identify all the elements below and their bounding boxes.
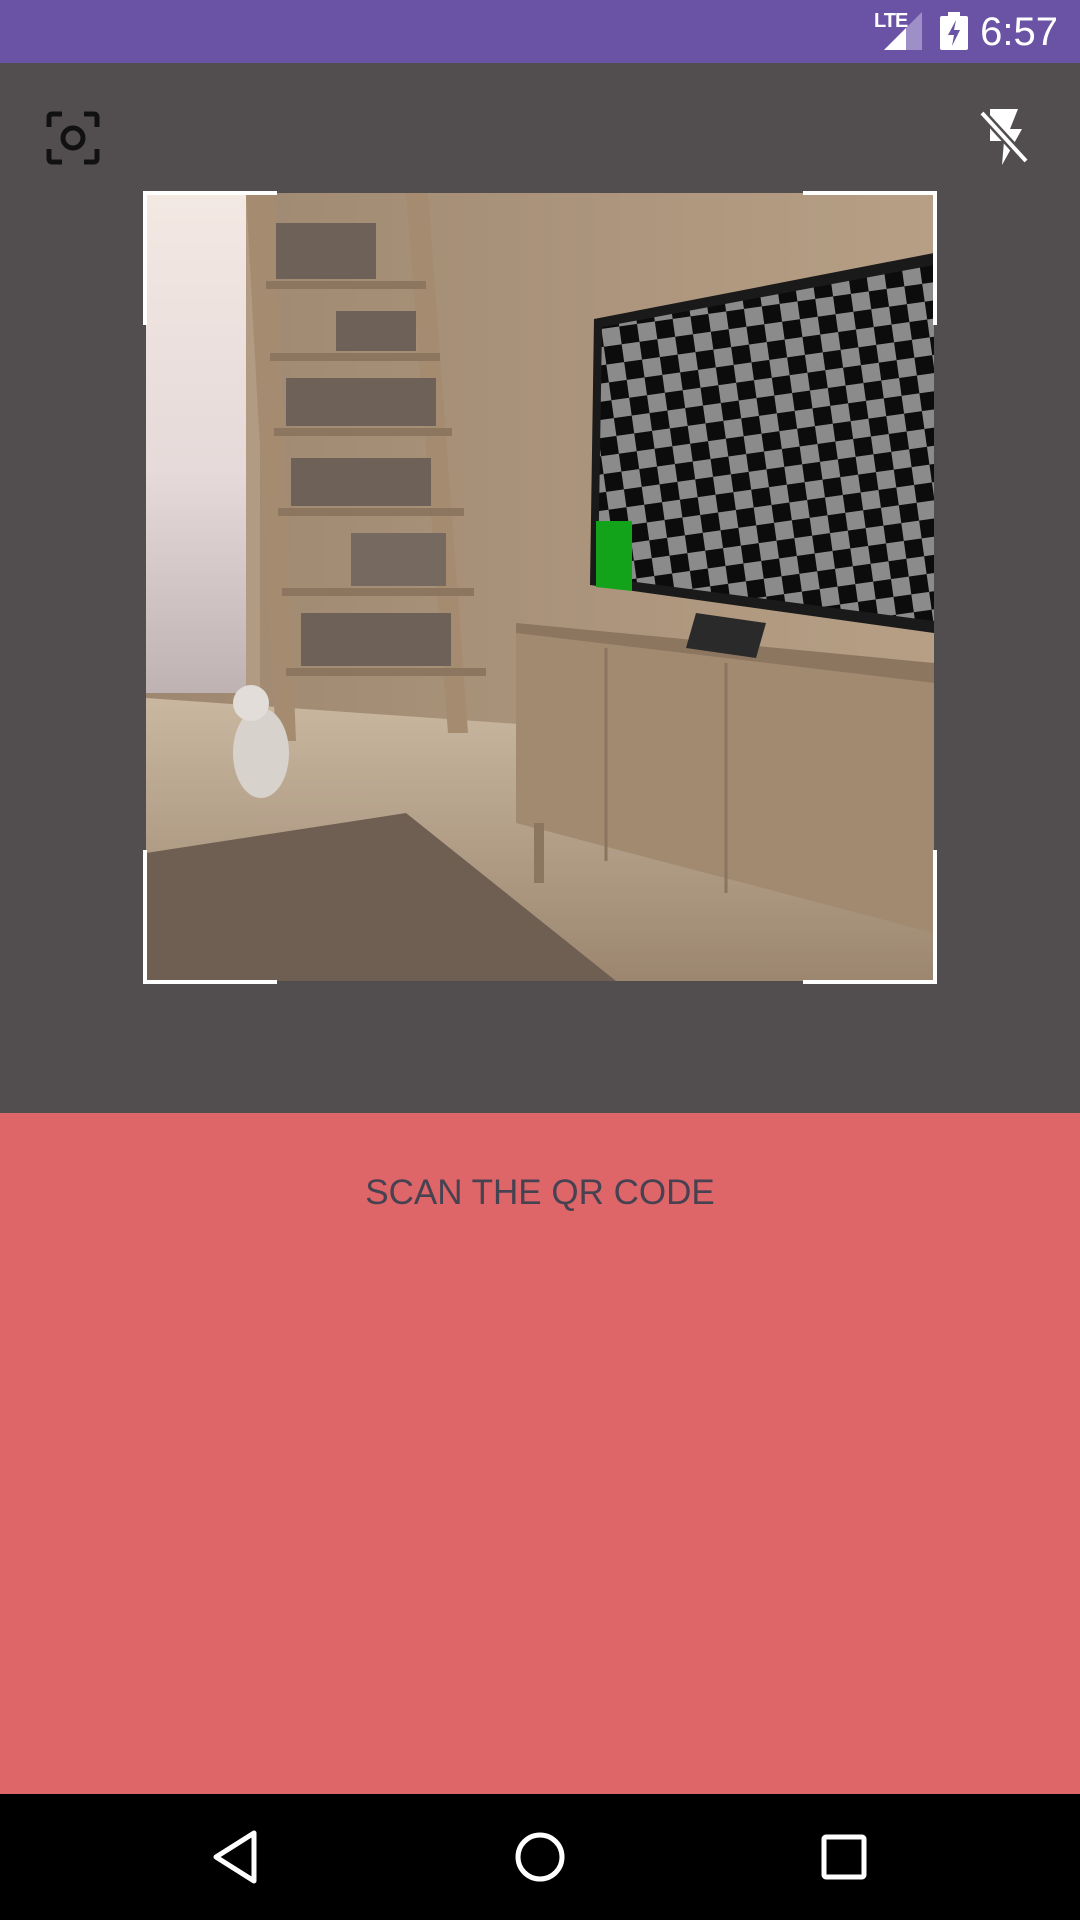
system-navigation-bar xyxy=(0,1794,1080,1920)
scan-frame-corner-top-right xyxy=(803,191,937,325)
flash-off-icon[interactable] xyxy=(976,107,1032,167)
home-icon[interactable] xyxy=(510,1827,570,1887)
status-bar: LTE 6:57 xyxy=(0,0,1080,63)
recents-icon[interactable] xyxy=(814,1827,874,1887)
back-icon[interactable] xyxy=(206,1827,266,1887)
scan-frame-corner-top-left xyxy=(143,191,277,325)
scan-frame-corner-bottom-right xyxy=(803,850,937,984)
scan-instruction: SCAN THE QR CODE xyxy=(365,1173,715,1212)
scan-frame-corner-bottom-left xyxy=(143,850,277,984)
camera-switch-icon[interactable] xyxy=(46,111,100,165)
camera-preview-area xyxy=(0,63,1080,1113)
battery-charging-icon xyxy=(940,12,968,50)
lte-signal-icon xyxy=(884,12,922,50)
clock: 6:57 xyxy=(980,10,1058,54)
instruction-panel: SCAN THE QR CODE xyxy=(0,1113,1080,1794)
